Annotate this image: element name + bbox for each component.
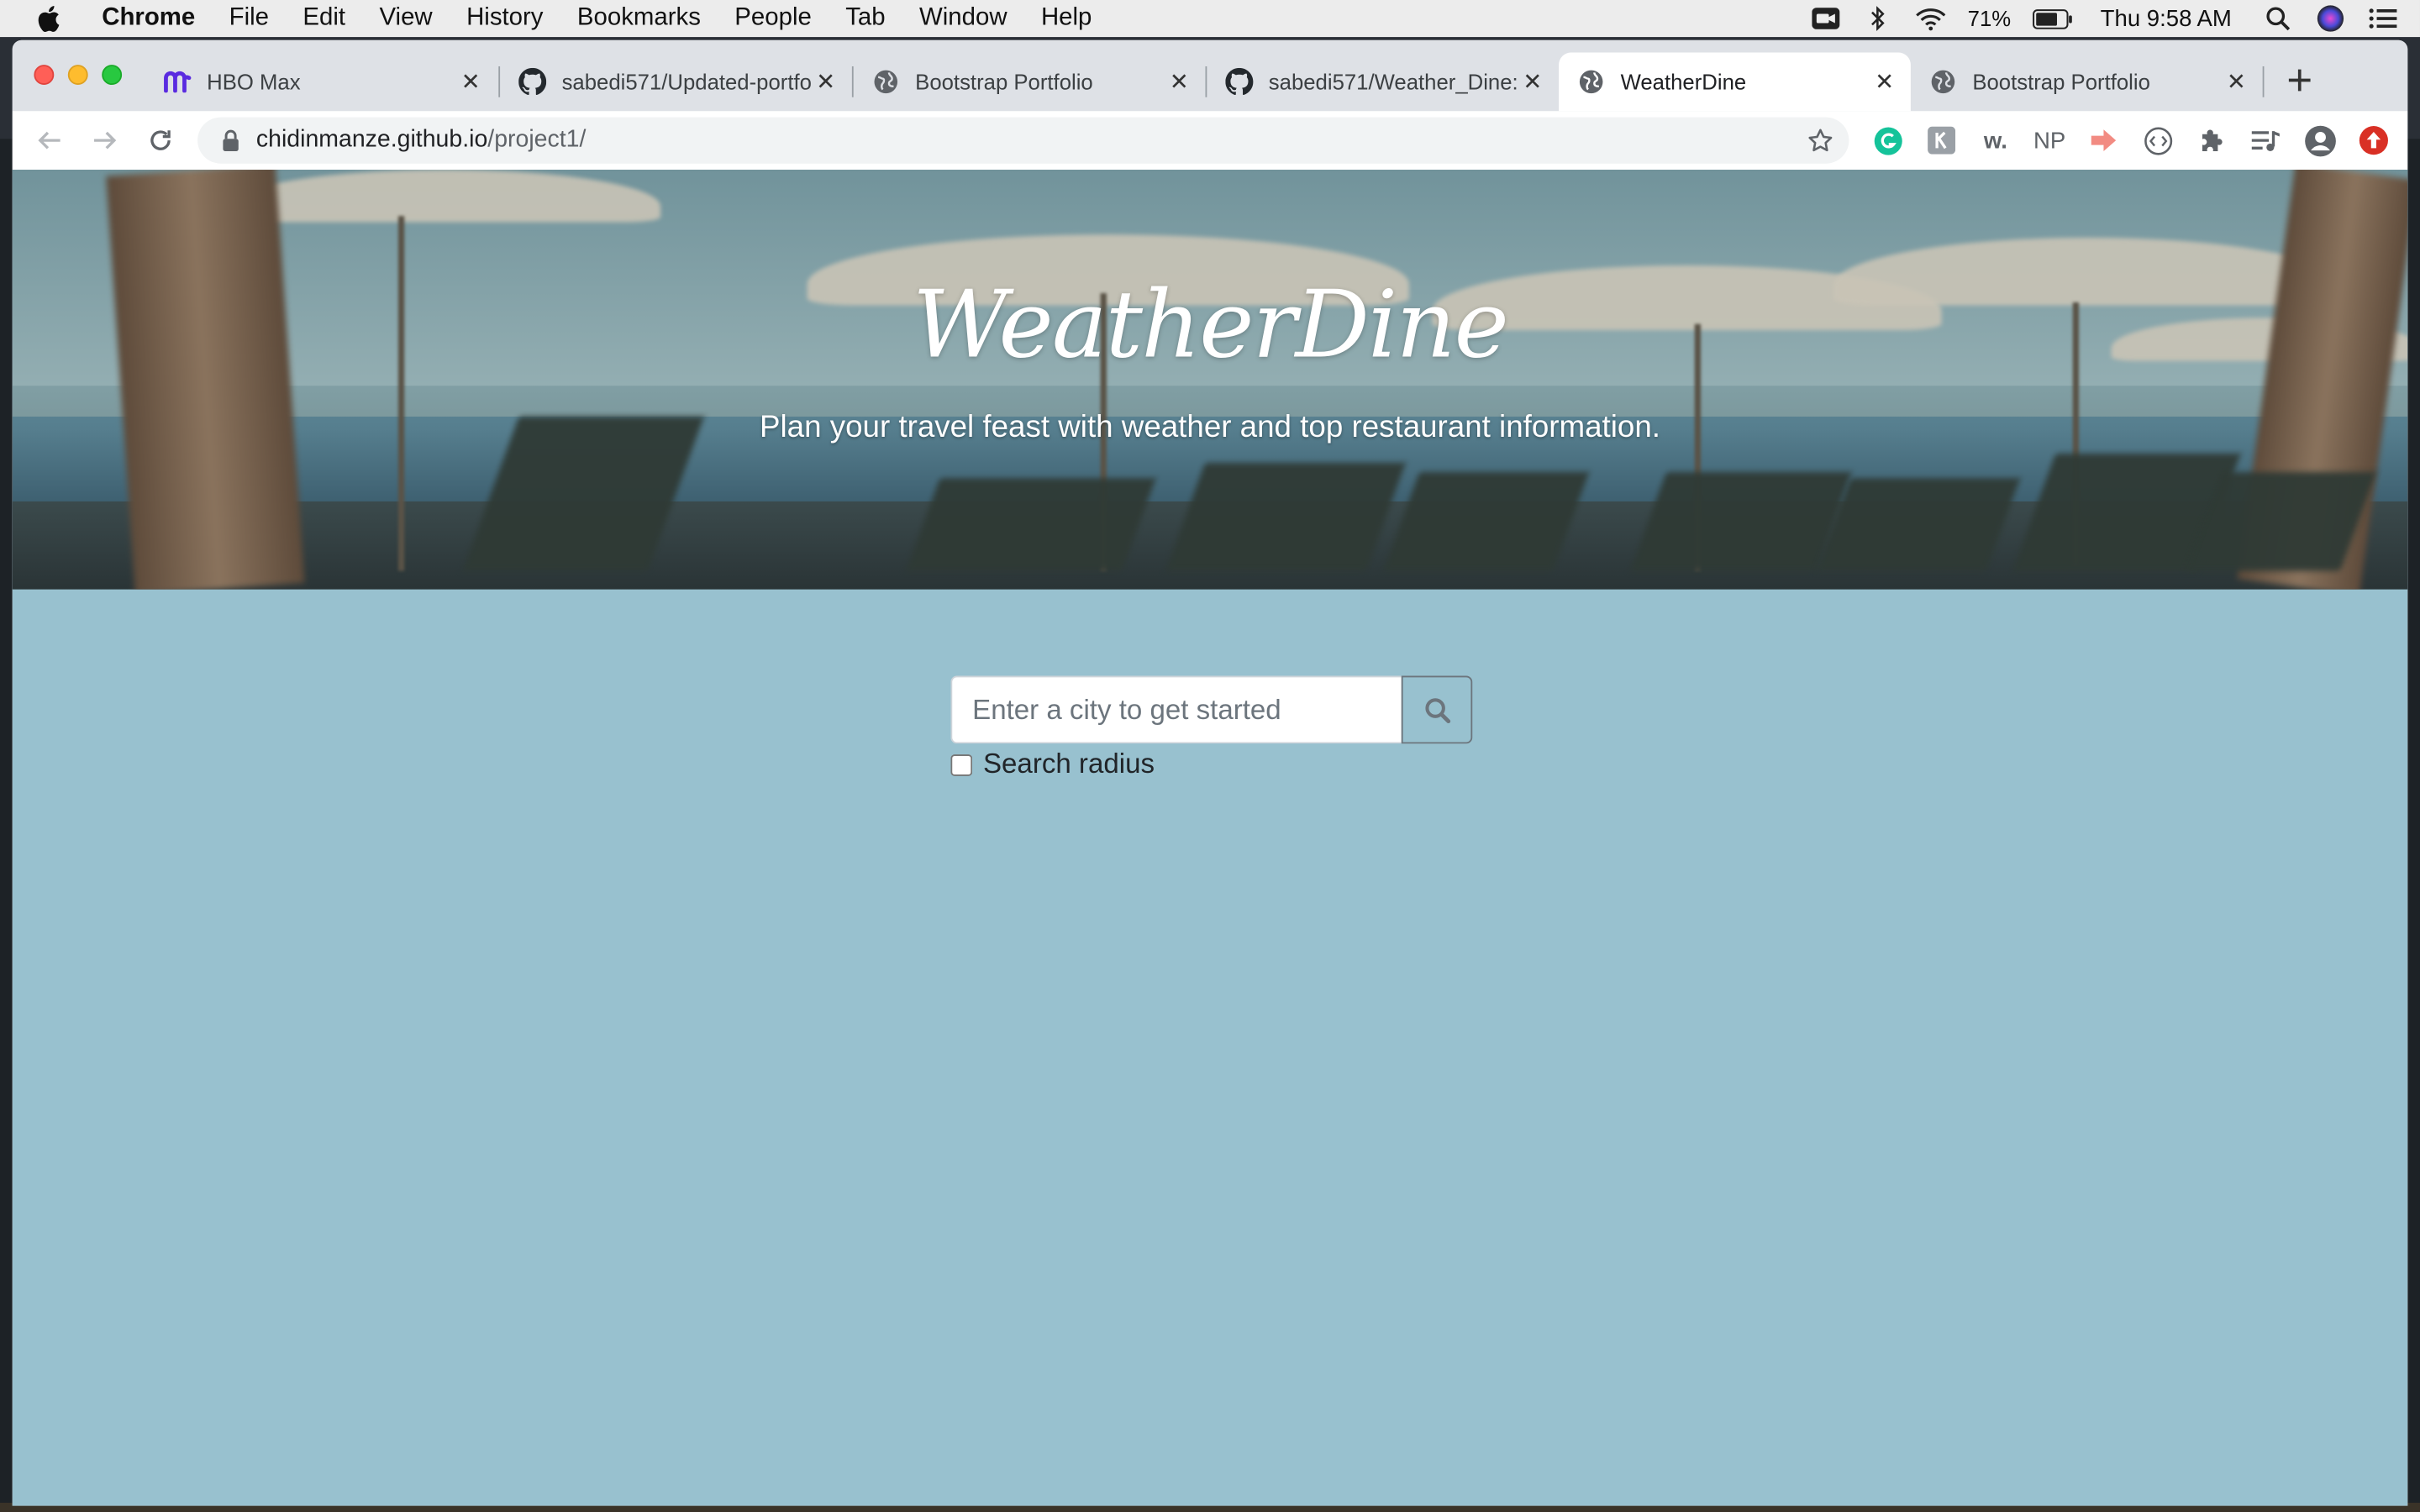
globe-icon — [1577, 68, 1605, 96]
battery-percent: 71% — [1967, 6, 2012, 31]
profile-icon[interactable] — [2302, 122, 2338, 159]
menu-people[interactable]: People — [734, 5, 812, 33]
reload-button[interactable] — [142, 122, 179, 159]
apple-menu-icon[interactable] — [34, 5, 61, 33]
bluetooth-icon[interactable] — [1863, 6, 1894, 31]
battery-icon[interactable] — [2032, 6, 2073, 30]
city-search-group — [950, 675, 1473, 744]
extension-red-icon[interactable] — [2355, 122, 2392, 159]
page-viewport: WeatherDine Plan your travel feast with … — [12, 170, 2408, 1506]
address-bar[interactable]: chidinmanze.github.io/project1/ — [197, 117, 1849, 164]
desktop-edge-left — [0, 139, 13, 1512]
forward-button[interactable] — [87, 122, 124, 159]
tab-title: WeatherDine — [1620, 69, 1747, 95]
extension-code-icon[interactable] — [2139, 122, 2176, 159]
tab-weatherdine[interactable]: WeatherDine ✕ — [1559, 52, 1911, 112]
tab-close-icon[interactable]: ✕ — [1165, 68, 1193, 96]
search-radius-label: Search radius — [982, 748, 1155, 780]
browser-toolbar: chidinmanze.github.io/project1/ w. NP — [12, 111, 2408, 171]
tab-close-icon[interactable]: ✕ — [1518, 68, 1546, 96]
window-minimize-button[interactable] — [67, 65, 88, 86]
hero-banner: WeatherDine Plan your travel feast with … — [12, 170, 2408, 590]
page-title: WeatherDine — [912, 271, 1509, 380]
menu-file[interactable]: File — [229, 5, 269, 33]
spotlight-search-icon[interactable] — [2263, 6, 2294, 31]
hbo-max-icon — [164, 68, 192, 96]
siri-icon[interactable] — [2315, 5, 2346, 32]
menu-tab[interactable]: Tab — [845, 5, 885, 33]
tab-close-icon[interactable]: ✕ — [2223, 68, 2250, 96]
extensions-bar: w. NP — [1869, 122, 2392, 159]
extension-w-icon[interactable]: w. — [1977, 122, 2014, 159]
menu-bookmarks[interactable]: Bookmarks — [577, 5, 701, 33]
tab-close-icon[interactable]: ✕ — [1870, 68, 1898, 96]
desktop-edge-right — [2407, 139, 2420, 1512]
city-search-input[interactable] — [950, 675, 1402, 744]
tab-bootstrap-portfolio-2[interactable]: Bootstrap Portfolio ✕ — [1911, 52, 2263, 111]
globe-icon — [872, 68, 900, 96]
menu-view[interactable]: View — [379, 5, 432, 33]
search-radius-checkbox[interactable] — [950, 753, 973, 775]
window-controls — [34, 65, 123, 86]
tab-weather-dine-repo[interactable]: sabedi571/Weather_Dine: ✕ — [1207, 52, 1559, 111]
lock-icon[interactable] — [219, 129, 241, 151]
media-icon[interactable] — [2247, 122, 2284, 159]
window-close-button[interactable] — [34, 65, 55, 86]
back-button[interactable] — [31, 122, 68, 159]
new-tab-button[interactable] — [2281, 61, 2318, 98]
notification-center-icon[interactable] — [2368, 6, 2399, 30]
menu-app-name[interactable]: Chrome — [102, 5, 195, 33]
url-host: chidinmanze.github.io — [255, 126, 488, 153]
wifi-icon[interactable] — [1915, 6, 1946, 30]
extension-arrow-icon[interactable] — [2085, 122, 2122, 159]
tab-close-icon[interactable]: ✕ — [812, 68, 839, 96]
search-radius-option[interactable]: Search radius — [950, 748, 1155, 781]
back-arrow-icon — [38, 131, 60, 150]
menu-history[interactable]: History — [466, 5, 543, 33]
page-subtitle: Plan your travel feast with weather and … — [759, 410, 1661, 444]
extension-np-icon[interactable]: NP — [2031, 122, 2068, 159]
tab-updated-portfolio[interactable]: sabedi571/Updated-portfo ✕ — [500, 52, 852, 111]
menu-edit[interactable]: Edit — [302, 5, 345, 33]
menu-window[interactable]: Window — [919, 5, 1007, 33]
tab-title: sabedi571/Updated-portfo — [561, 69, 812, 95]
facetime-camera-icon[interactable] — [1810, 6, 1841, 30]
extension-k-icon[interactable] — [1923, 122, 1960, 159]
url-path: /project1/ — [487, 126, 587, 153]
menu-help[interactable]: Help — [1041, 5, 1092, 33]
puzzle-icon[interactable] — [2193, 122, 2230, 159]
search-button[interactable] — [1401, 675, 1473, 744]
grammarly-icon[interactable] — [1869, 122, 1906, 159]
tab-title: Bootstrap Portfolio — [915, 69, 1093, 95]
tab-separator — [2262, 66, 2265, 97]
tab-title: HBO Max — [207, 69, 301, 95]
github-icon — [1225, 67, 1254, 96]
chrome-window: HBO Max ✕ sabedi571/Updated-portfo ✕ Boo… — [12, 39, 2408, 1506]
tab-title: sabedi571/Weather_Dine: — [1268, 69, 1518, 95]
github-icon — [518, 67, 547, 96]
tab-title: Bootstrap Portfolio — [1972, 69, 2150, 95]
globe-icon — [1929, 68, 1957, 96]
tab-strip: HBO Max ✕ sabedi571/Updated-portfo ✕ Boo… — [12, 39, 2408, 112]
menubar-clock[interactable]: Thu 9:58 AM — [2101, 5, 2232, 31]
window-maximize-button[interactable] — [102, 65, 123, 86]
search-icon — [1424, 697, 1450, 723]
forward-arrow-icon — [94, 131, 117, 150]
tab-close-icon[interactable]: ✕ — [457, 68, 485, 96]
reload-icon — [150, 130, 171, 150]
bookmark-star-icon[interactable] — [1806, 127, 1833, 155]
macos-menu-bar: Chrome File Edit View History Bookmarks … — [0, 0, 2420, 38]
tab-bootstrap-portfolio[interactable]: Bootstrap Portfolio ✕ — [854, 52, 1206, 111]
tab-hbo-max[interactable]: HBO Max ✕ — [145, 52, 497, 111]
